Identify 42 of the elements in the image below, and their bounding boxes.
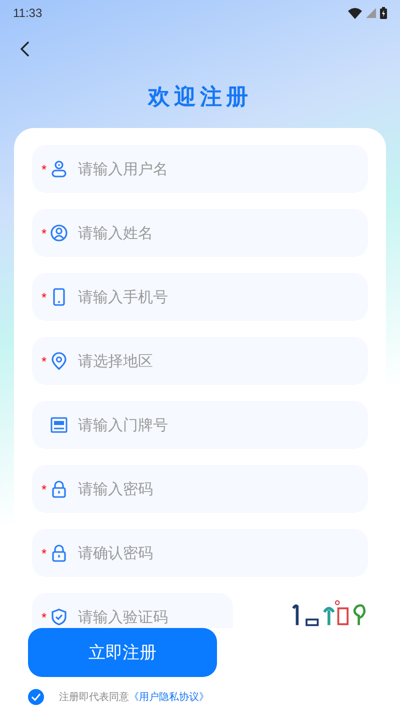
- required-mark: *: [41, 162, 47, 176]
- privacy-link[interactable]: 《用户隐私协议》: [129, 690, 209, 704]
- register-button[interactable]: 立即注册: [28, 628, 217, 677]
- input-field[interactable]: * 请输入姓名: [32, 209, 368, 257]
- wifi-icon: [348, 8, 362, 18]
- location-pin-icon: [50, 352, 68, 370]
- input-field[interactable]: 请输入门牌号: [32, 401, 368, 449]
- required-mark: *: [41, 354, 47, 368]
- text-input[interactable]: 请选择地区: [78, 352, 356, 370]
- back-icon[interactable]: [20, 41, 30, 57]
- battery-icon: [380, 7, 387, 19]
- page-title: 欢迎注册: [148, 84, 252, 112]
- text-input[interactable]: 请输入门牌号: [78, 416, 356, 434]
- required-mark: *: [41, 290, 47, 304]
- required-mark: *: [41, 610, 47, 624]
- input-field[interactable]: * 请输入手机号: [32, 273, 368, 321]
- signal-icon: [366, 8, 376, 18]
- required-mark: *: [41, 226, 47, 240]
- status-time: 11:33: [13, 6, 42, 20]
- shield-check-icon: [50, 608, 68, 626]
- text-input[interactable]: 请输入姓名: [78, 224, 356, 242]
- text-input[interactable]: 请输入验证码: [78, 608, 221, 626]
- input-field[interactable]: * 请确认密码: [32, 529, 368, 577]
- agreement-text: 注册即代表同意: [59, 690, 129, 704]
- user-circle-icon: [50, 224, 68, 242]
- doorplate-icon: [50, 416, 68, 434]
- phone-icon: [50, 288, 68, 306]
- text-input[interactable]: 请输入用户名: [78, 160, 356, 178]
- lock-icon: [50, 544, 68, 562]
- input-field[interactable]: * 请选择地区: [32, 337, 368, 385]
- text-input[interactable]: 请确认密码: [78, 544, 356, 562]
- input-field[interactable]: * 请输入密码: [32, 465, 368, 513]
- input-field[interactable]: * 请输入用户名: [32, 145, 368, 193]
- user-icon: [50, 160, 68, 178]
- text-input[interactable]: 请输入密码: [78, 480, 356, 498]
- text-input[interactable]: 请输入手机号: [78, 288, 356, 306]
- lock-icon: [50, 480, 68, 498]
- required-mark: *: [41, 546, 47, 560]
- required-mark: *: [41, 482, 47, 496]
- agreement-checkbox[interactable]: [28, 689, 44, 705]
- input-field[interactable]: * 请输入验证码: [32, 593, 233, 628]
- check-icon: [31, 693, 41, 701]
